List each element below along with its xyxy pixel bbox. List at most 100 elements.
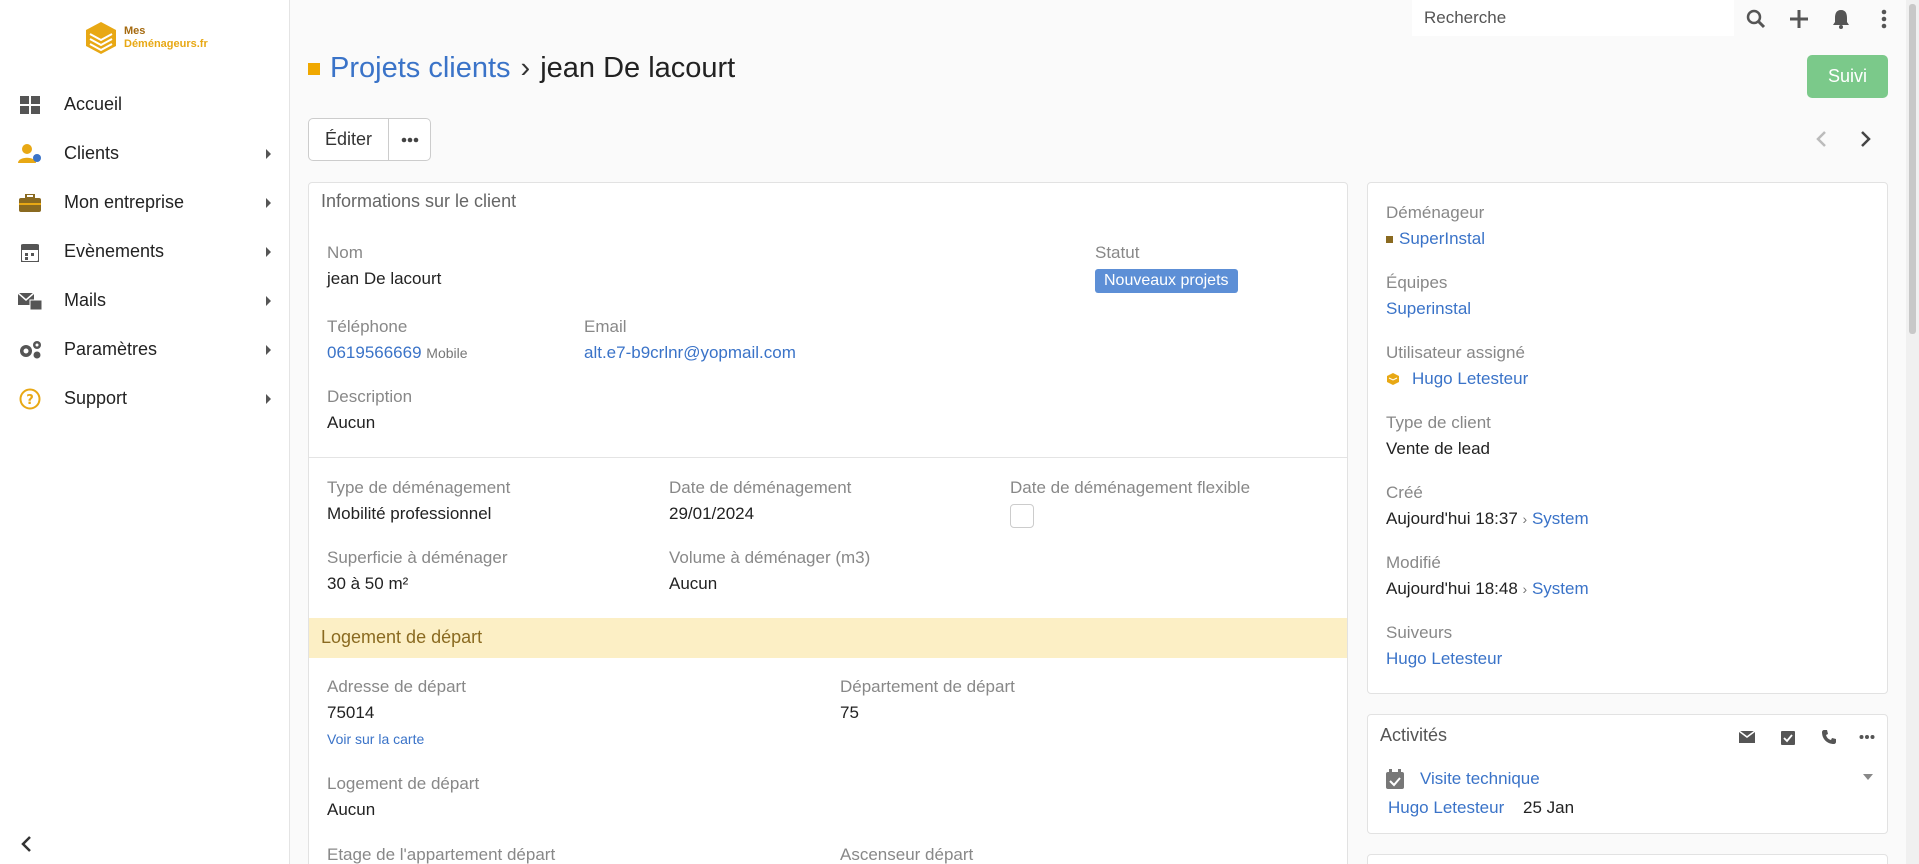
client-info-panel: Informations sur le client Nom jean De l… <box>308 182 1348 864</box>
field-value: jean De lacourt <box>327 269 442 288</box>
field-type-client: Type de client Vente de lead <box>1386 413 1491 459</box>
chevron-right-icon <box>266 393 271 404</box>
sidebar-item-label: Support <box>64 388 128 408</box>
sidebar-item-label: Paramètres <box>64 339 158 359</box>
field-adresse-depart: Adresse de départ 75014 Voir sur la cart… <box>327 677 466 747</box>
compose-email-icon[interactable] <box>1737 727 1757 747</box>
activities-panel: Activités Visite technique Hugo Letesteu… <box>1367 714 1888 834</box>
field-email: Email alt.e7-b9crlnr@yopmail.com <box>584 317 796 363</box>
suivi-button[interactable]: Suivi <box>1807 55 1888 98</box>
field-value: 30 à 50 m² <box>327 574 409 593</box>
team-link[interactable]: Superinstal <box>1386 299 1471 319</box>
field-label: Déménageur <box>1386 203 1485 222</box>
field-demenageur: Déménageur SuperInstal <box>1386 203 1485 249</box>
next-panel <box>1367 854 1888 864</box>
sidebar-item-support[interactable]: ? Support <box>0 374 289 423</box>
search-icon[interactable] <box>1745 8 1767 30</box>
section-divider <box>309 457 1347 458</box>
by-separator: › <box>1522 581 1528 597</box>
field-label: Adresse de départ <box>327 677 466 696</box>
mover-link[interactable]: SuperInstal <box>1399 229 1485 249</box>
field-label: Date de déménagement <box>669 478 852 497</box>
field-label: Date de déménagement flexible <box>1010 478 1251 497</box>
logo[interactable]: Mes Déménageurs.fr <box>84 20 208 56</box>
phone-link[interactable]: 0619566669 <box>327 343 422 362</box>
title-square-icon <box>308 62 320 75</box>
more-horizontal-icon[interactable] <box>1857 727 1877 747</box>
field-value: Vente de lead <box>1386 439 1490 458</box>
created-date: Aujourd'hui 18:37 <box>1386 509 1518 528</box>
field-value: 29/01/2024 <box>669 504 755 523</box>
field-label: Ascenseur départ <box>840 845 974 864</box>
edit-button[interactable]: Éditer <box>308 118 390 161</box>
mover-color-icon <box>1386 235 1393 243</box>
kebab-menu-icon[interactable] <box>1873 8 1895 30</box>
field-date-demenagement: Date de déménagement 29/01/2024 <box>669 478 851 524</box>
follower-link[interactable]: Hugo Letesteur <box>1386 649 1502 669</box>
collapse-sidebar-icon[interactable] <box>20 835 32 858</box>
field-label: Description <box>327 387 413 406</box>
email-link[interactable]: alt.e7-b9crlnr@yopmail.com <box>584 343 796 362</box>
previous-record-icon[interactable] <box>1810 128 1832 150</box>
field-ascenseur-depart: Ascenseur départ <box>840 845 973 864</box>
logo-line2: Déménageurs.fr <box>124 38 208 50</box>
field-label: Superficie à déménager <box>327 548 508 567</box>
sidebar-item-clients[interactable]: Clients <box>0 129 289 178</box>
action-button-group: Éditer <box>308 118 432 161</box>
activity-user-link[interactable]: Hugo Letesteur <box>1388 798 1504 817</box>
sidebar-item-mon-entreprise[interactable]: Mon entreprise <box>0 178 289 227</box>
field-superficie: Superficie à déménager 30 à 50 m² <box>327 548 508 594</box>
sidebar-nav: Accueil Clients Mon entreprise Evènement… <box>0 80 289 423</box>
svg-text:?: ? <box>26 393 34 408</box>
created-by-link[interactable]: System <box>1532 509 1589 529</box>
sidebar-item-mails[interactable]: Mails <box>0 276 289 325</box>
field-label: Nom <box>327 243 363 262</box>
status-badge: Nouveaux projets <box>1095 269 1238 293</box>
search-input[interactable] <box>1412 0 1734 36</box>
field-cree: Créé Aujourd'hui 18:37 › System <box>1386 483 1589 529</box>
breadcrumb-projets-clients[interactable]: Projets clients <box>330 52 511 85</box>
bell-icon[interactable] <box>1830 8 1852 30</box>
by-separator: › <box>1522 511 1528 527</box>
next-record-icon[interactable] <box>1855 128 1877 150</box>
phone-call-icon[interactable] <box>1819 727 1839 747</box>
mail-icon <box>18 289 42 313</box>
field-date-flexible: Date de déménagement flexible <box>1010 478 1250 528</box>
help-icon: ? <box>18 387 42 411</box>
page-title: Projets clients › jean De lacourt <box>308 52 735 85</box>
view-map-link[interactable]: Voir sur la carte <box>327 731 466 747</box>
breadcrumb-separator: › <box>520 52 531 84</box>
field-description: Description Aucun <box>327 387 412 433</box>
sidebar-item-accueil[interactable]: Accueil <box>0 80 289 129</box>
field-equipes: Équipes Superinstal <box>1386 273 1471 319</box>
activity-title-link[interactable]: Visite technique <box>1420 769 1540 789</box>
field-telephone: Téléphone 0619566669 Mobile <box>327 317 468 363</box>
assigned-user-link[interactable]: Hugo Letesteur <box>1412 369 1528 389</box>
field-volume: Volume à déménager (m3) Aucun <box>669 548 870 594</box>
user-avatar-icon <box>1387 373 1399 385</box>
calendar-icon <box>18 240 42 264</box>
gears-icon <box>18 338 42 362</box>
sidebar-item-parametres[interactable]: Paramètres <box>0 325 289 374</box>
activity-item: Visite technique <box>1386 769 1540 789</box>
field-value: Aucun <box>327 413 376 432</box>
page-scrollbar[interactable] <box>1906 0 1919 864</box>
field-label: Téléphone <box>327 317 408 336</box>
more-horizontal-icon <box>401 137 418 142</box>
flexible-date-checkbox[interactable] <box>1010 504 1034 528</box>
departure-section-header: Logement de départ <box>309 618 1347 658</box>
sidebar-item-evenements[interactable]: Evènements <box>0 227 289 276</box>
field-label: Email <box>584 317 627 336</box>
schedule-meeting-icon[interactable] <box>1778 727 1798 747</box>
caret-down-icon[interactable] <box>1858 767 1878 787</box>
more-actions-button[interactable] <box>389 118 432 161</box>
scrollbar-thumb[interactable] <box>1909 4 1916 334</box>
sidebar-item-label: Accueil <box>64 94 123 114</box>
field-value: Aucun <box>669 574 718 593</box>
modified-by-link[interactable]: System <box>1532 579 1589 599</box>
modified-date: Aujourd'hui 18:48 <box>1386 579 1518 598</box>
field-modifie: Modifié Aujourd'hui 18:48 › System <box>1386 553 1589 599</box>
sidebar-item-label: Clients <box>64 143 120 163</box>
plus-icon[interactable] <box>1788 8 1810 30</box>
field-label: Département de départ <box>840 677 1015 696</box>
